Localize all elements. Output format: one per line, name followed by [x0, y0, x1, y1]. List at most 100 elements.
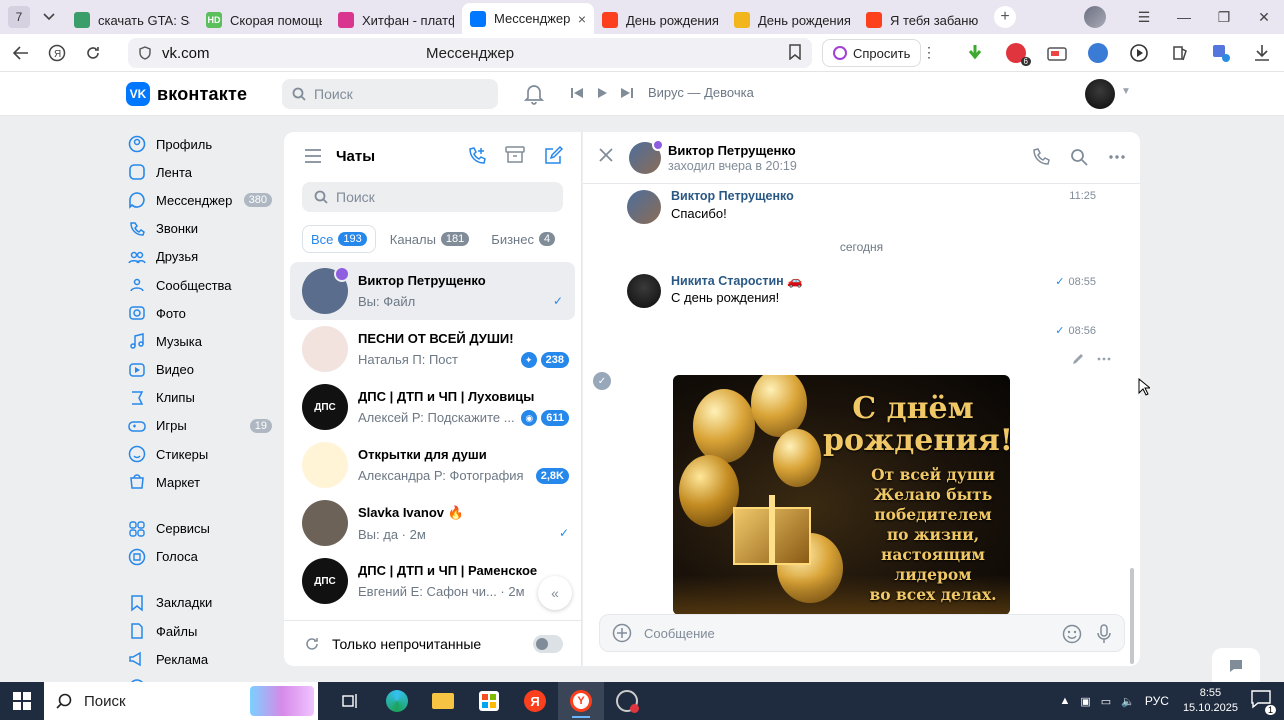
microphone-icon[interactable]: [1096, 624, 1112, 644]
left-menu-item[interactable]: Клипы: [128, 384, 276, 412]
clock[interactable]: 8:55 15.10.2025: [1183, 686, 1238, 716]
more-vertical-icon[interactable]: ⋮: [922, 44, 936, 61]
chat-filter-tab[interactable]: Все 193: [302, 225, 376, 253]
file-explorer-icon[interactable]: [420, 682, 466, 720]
downloads-icon[interactable]: [1249, 40, 1275, 66]
browser-tab[interactable]: Мессенджер ×: [462, 3, 594, 34]
chat-list-item[interactable]: Slavka Ivanov 🔥 Вы: да · 2м ✓: [284, 494, 581, 552]
edge-browser-icon[interactable]: [374, 682, 420, 720]
play-icon[interactable]: [596, 87, 608, 99]
minimize-icon[interactable]: —: [1164, 9, 1204, 25]
emoji-icon[interactable]: [1062, 624, 1082, 644]
address-bar[interactable]: vk.com Мессенджер: [128, 38, 812, 68]
vk-logo[interactable]: VK вконтакте: [126, 82, 247, 106]
left-menu-item[interactable]: Закладки: [128, 589, 276, 617]
left-menu-item[interactable]: Профиль: [128, 130, 276, 158]
birthday-card-image[interactable]: С днём рождения! От всей души Желаю быть п…: [673, 375, 1010, 615]
unread-only-toggle[interactable]: [533, 635, 563, 653]
browser-menu-icon[interactable]: ☰: [1124, 9, 1164, 26]
message-composer[interactable]: Сообщение: [599, 614, 1125, 652]
left-menu-item[interactable]: Реклама: [128, 645, 276, 673]
tray-app-icon[interactable]: ▣: [1080, 695, 1090, 708]
left-menu-item[interactable]: Сервисы: [128, 514, 276, 542]
browser-tab[interactable]: HD Скорая помощь: [198, 6, 330, 34]
chat-bubble-fab-icon[interactable]: [1212, 648, 1260, 684]
chat-list-item[interactable]: Виктор Петрущенко Вы: Файл ✓: [290, 262, 575, 320]
notification-center-icon[interactable]: 1: [1250, 689, 1276, 715]
taskbar-search[interactable]: Поиск: [44, 682, 318, 720]
browser-tab[interactable]: Хитфан - платф: [330, 6, 462, 34]
message-author[interactable]: Виктор Петрущенко: [671, 189, 794, 203]
reload-icon[interactable]: [78, 38, 108, 68]
chat-search-input[interactable]: Поиск: [302, 182, 563, 212]
left-menu-item[interactable]: Файлы: [128, 617, 276, 645]
network-icon[interactable]: ▭: [1101, 695, 1111, 708]
left-menu-item[interactable]: Видео: [128, 356, 276, 384]
menu-hamburger-icon[interactable]: [304, 149, 322, 163]
message-avatar[interactable]: [627, 190, 661, 224]
compose-icon[interactable]: [543, 146, 563, 166]
more-horizontal-icon[interactable]: [1108, 148, 1126, 166]
left-menu-item[interactable]: Лента: [128, 158, 276, 186]
message-author[interactable]: Никита Старостин 🚗: [671, 274, 803, 289]
next-track-icon[interactable]: [620, 87, 634, 99]
browser-tab[interactable]: скачать GTA: Sa: [66, 6, 198, 34]
chat-list-item[interactable]: ПЕСНИ ОТ ВСЕЙ ДУШИ! Наталья П: Пост ✦ 238: [284, 320, 581, 378]
tab-count-button[interactable]: 7: [8, 6, 30, 28]
new-tab-button[interactable]: +: [994, 6, 1016, 28]
close-icon[interactable]: [599, 148, 613, 162]
browser-tab[interactable]: Я тебя забаню -: [858, 6, 990, 34]
user-avatar[interactable]: [1085, 79, 1115, 109]
recorder-icon[interactable]: [604, 682, 650, 720]
message-avatar[interactable]: [627, 274, 661, 308]
translate-extension-icon[interactable]: [1208, 40, 1234, 66]
edit-pencil-icon[interactable]: [1071, 352, 1085, 366]
tray-overflow-chevron-icon[interactable]: ▲: [1060, 695, 1071, 707]
chat-list-item[interactable]: ДПС ДПС | ДТП и ЧП | Раменское Евгений Е: …: [284, 552, 581, 610]
left-menu-item[interactable]: Музыка: [128, 327, 276, 355]
store-icon[interactable]: [466, 682, 512, 720]
now-playing-track[interactable]: Вирус — Девочка: [648, 85, 754, 100]
archive-icon[interactable]: [505, 146, 525, 166]
chat-filter-tab[interactable]: Каналы 181: [382, 225, 478, 253]
messages-scrollbar[interactable]: [1130, 568, 1134, 664]
globe-extension-icon[interactable]: [1085, 40, 1111, 66]
collapse-panel-icon[interactable]: «: [538, 576, 572, 610]
left-menu-item[interactable]: Маркет: [128, 468, 276, 496]
left-menu-item[interactable]: Мессенджер 380: [128, 186, 276, 214]
new-call-icon[interactable]: [467, 146, 487, 166]
attach-plus-icon[interactable]: [612, 623, 632, 643]
media-play-icon[interactable]: [1126, 40, 1152, 66]
language-indicator[interactable]: РУС: [1145, 694, 1169, 708]
browser-profile-avatar[interactable]: [1084, 6, 1106, 28]
back-icon[interactable]: [6, 38, 36, 68]
browser-tab[interactable]: День рождения: [726, 6, 858, 34]
task-view-icon[interactable]: [328, 682, 374, 720]
restore-icon[interactable]: ❐: [1204, 9, 1244, 26]
close-tab-icon[interactable]: ×: [578, 11, 586, 27]
chevron-down-icon[interactable]: ▼: [1121, 86, 1131, 97]
windows-start-icon[interactable]: [2, 692, 42, 710]
conversation-name[interactable]: Виктор Петрущенко: [668, 143, 796, 158]
message-more-icon[interactable]: [1097, 352, 1111, 366]
volume-icon[interactable]: 🔈: [1121, 695, 1135, 708]
yandex-icon[interactable]: Я: [512, 682, 558, 720]
tab-list-chevron-icon[interactable]: [38, 6, 60, 28]
adblock-icon[interactable]: 6: [1003, 40, 1031, 66]
left-menu-item[interactable]: Друзья: [128, 243, 276, 271]
bookmark-icon[interactable]: [788, 44, 802, 60]
left-menu-item[interactable]: Голоса: [128, 543, 276, 571]
left-menu-item[interactable]: Стикеры: [128, 440, 276, 468]
yandex-browser-icon[interactable]: Y: [558, 682, 604, 720]
select-message-check-icon[interactable]: ✓: [593, 372, 611, 390]
yandex-home-icon[interactable]: Я: [42, 38, 72, 68]
left-menu-item[interactable]: Сообщества: [128, 271, 276, 299]
site-info-icon[interactable]: [138, 46, 152, 60]
call-icon[interactable]: [1032, 148, 1050, 166]
vk-search-input[interactable]: Поиск: [282, 79, 498, 109]
message-input[interactable]: Сообщение: [644, 626, 715, 641]
conversation-avatar[interactable]: [629, 139, 664, 174]
search-messages-icon[interactable]: [1070, 148, 1088, 166]
download-arrow-icon[interactable]: [962, 40, 988, 66]
ask-alice-button[interactable]: Спросить: [822, 39, 922, 67]
